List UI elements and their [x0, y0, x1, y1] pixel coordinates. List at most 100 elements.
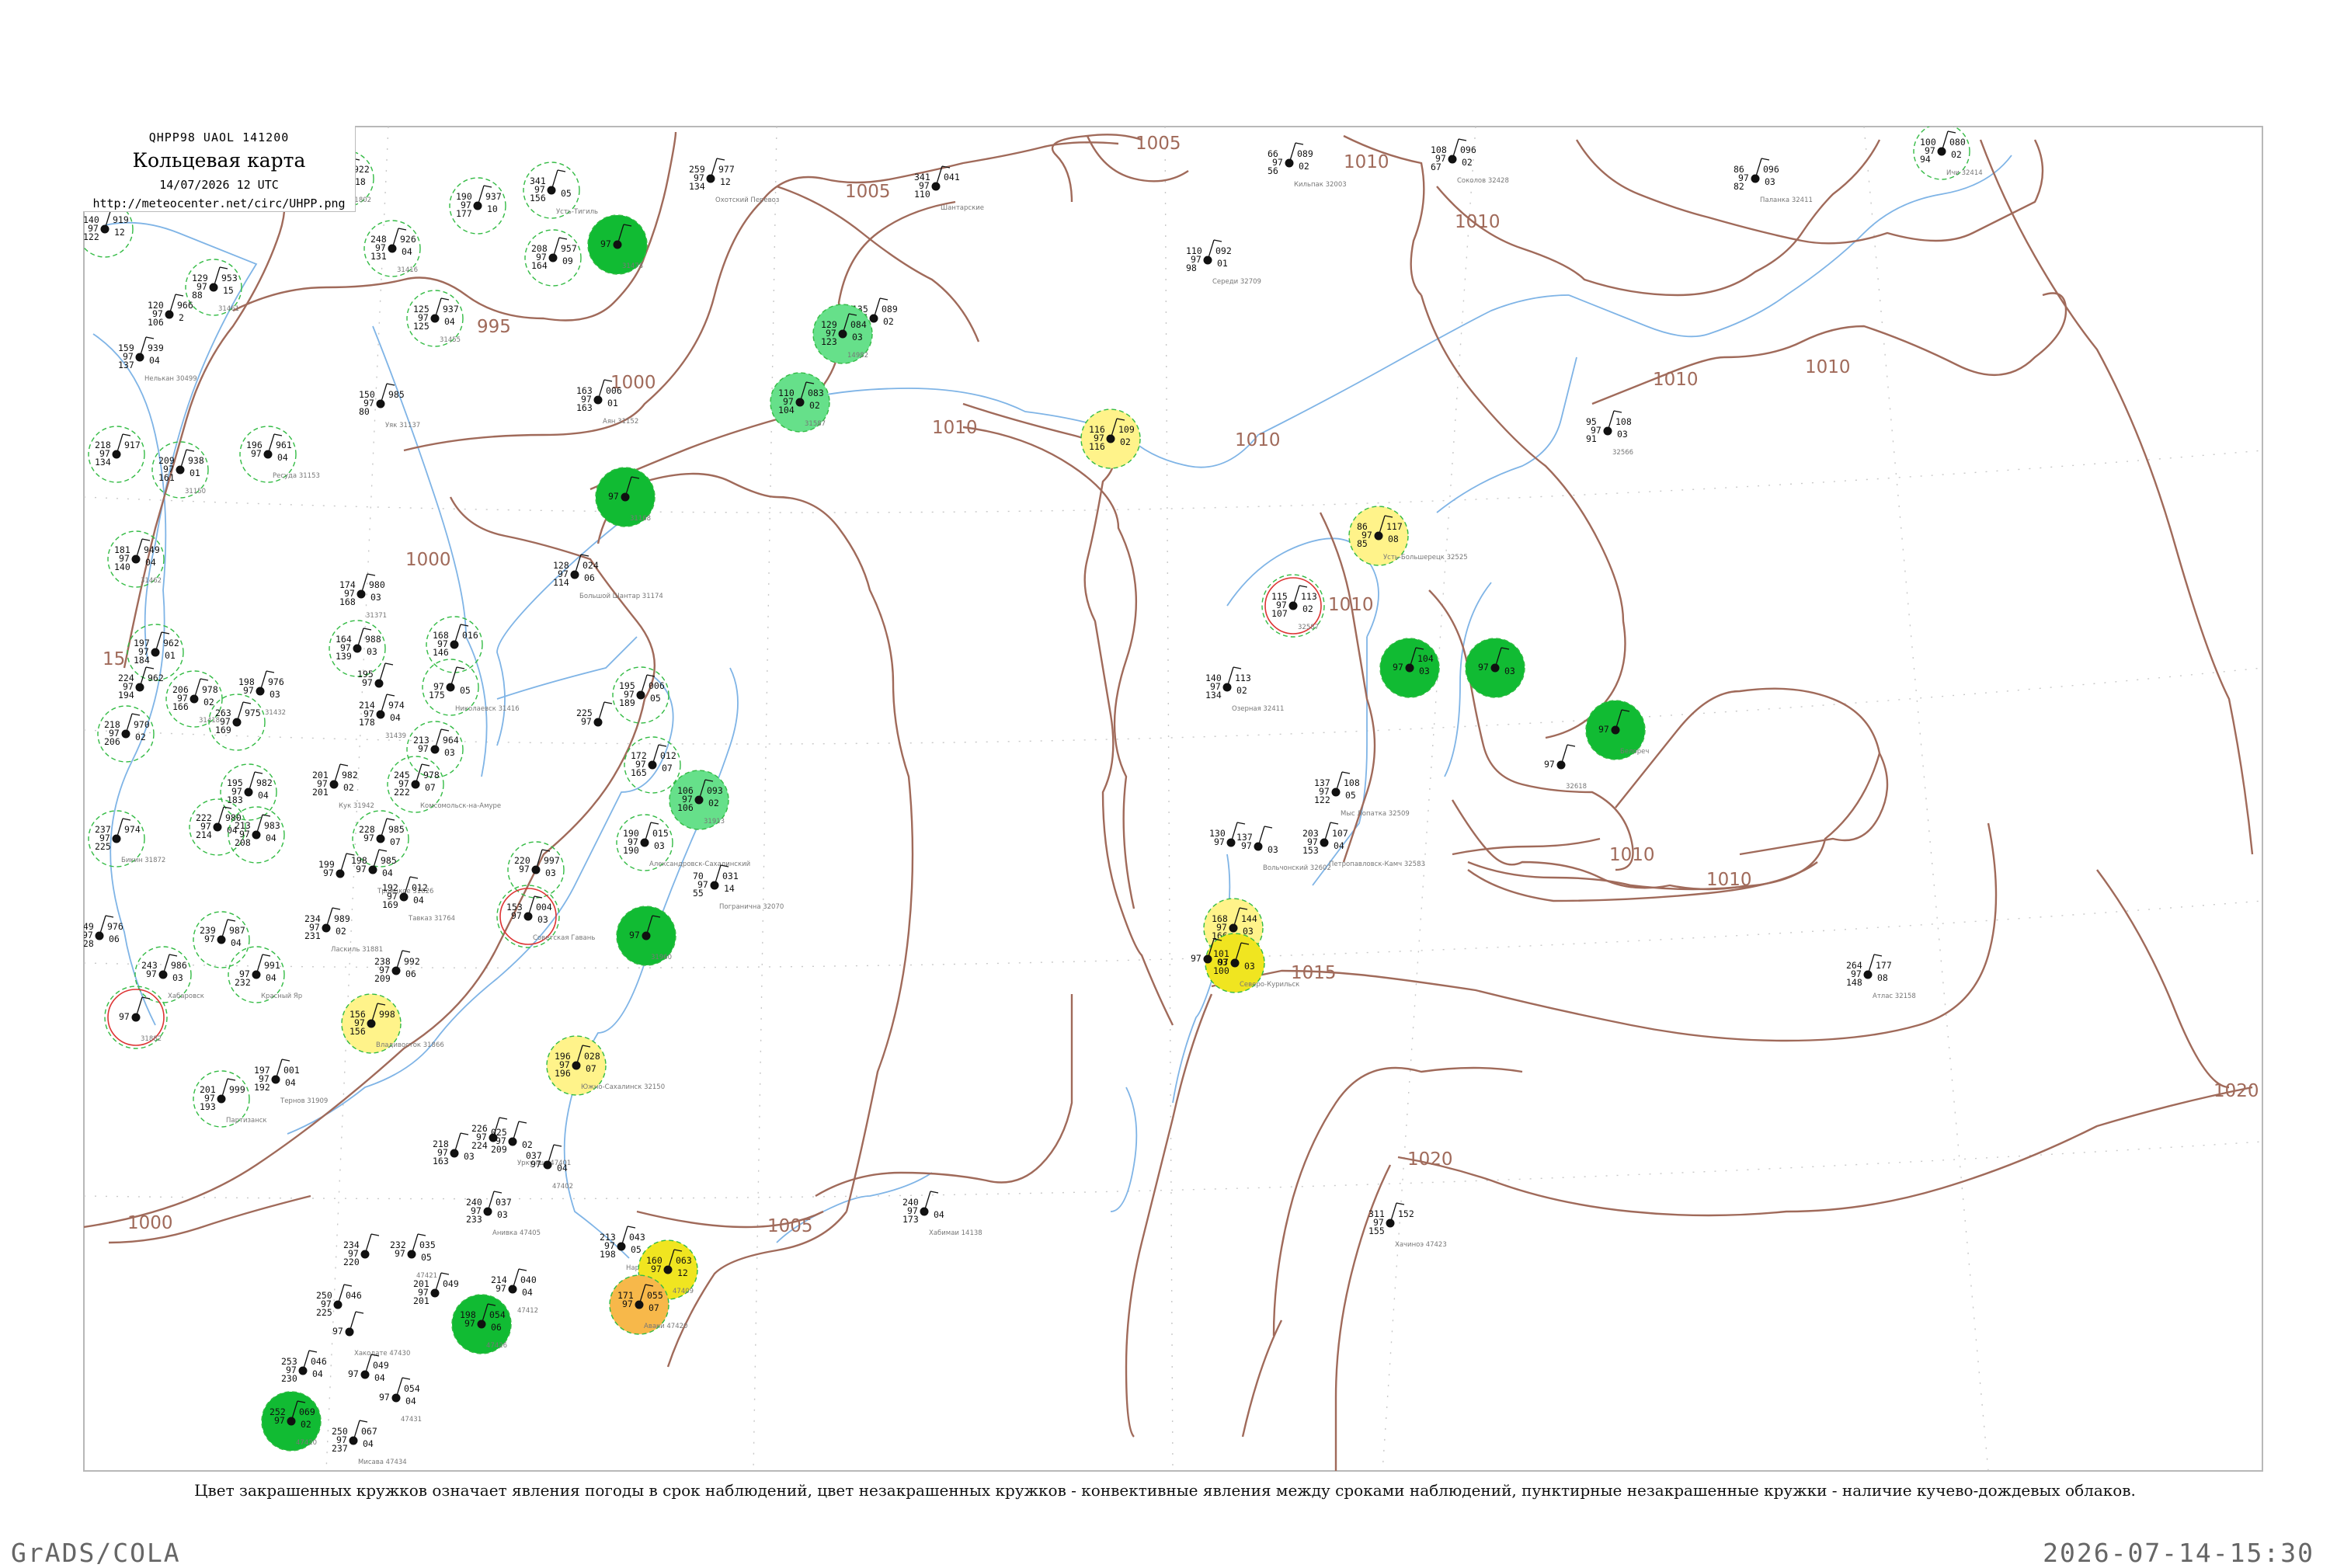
wind-barb-icon — [162, 954, 170, 975]
station-tendency: 03 — [545, 867, 556, 878]
station-visibility: 97 — [530, 1159, 541, 1170]
weather-station: 190 937177 1097 — [449, 177, 506, 235]
weather-station: 22597 — [576, 701, 613, 727]
isobar-label: 15 — [103, 649, 125, 669]
wind-barb-icon — [378, 662, 386, 684]
weather-station: 196 028196 0797Южно-Сахалинск 32150 — [546, 1035, 665, 1096]
weather-station: 201 99919397Партизанск — [193, 1070, 267, 1128]
wind-barb-feather — [603, 701, 613, 704]
station-tendency: 04 — [285, 1077, 296, 1088]
isobar-label: 1010 — [1344, 152, 1389, 172]
station-visibility: 97 — [635, 759, 646, 770]
station-pressure: 004 — [536, 902, 552, 913]
wind-barb-feather — [1341, 771, 1351, 774]
station-visibility: 97 — [581, 394, 592, 405]
station-tendency: 02 — [1951, 149, 1962, 160]
isobars — [84, 131, 2254, 1471]
isobar-label: 1005 — [767, 1216, 813, 1236]
station-name: Усть-Тигиль — [556, 208, 598, 216]
wind-barb-feather — [1330, 822, 1339, 825]
weather-station: 218 970206 0297 — [97, 705, 155, 763]
station-tendency: 05 — [1345, 790, 1356, 801]
weather-station: 100 08094 0297Ичи 32414 — [1913, 127, 1983, 180]
station-pressure: 096 — [1763, 164, 1779, 175]
station-pressure: 966 — [177, 300, 193, 311]
weather-station: 224 96219497 — [118, 666, 164, 701]
station-tendency: 02 — [343, 782, 354, 793]
station-pressure: 998 — [379, 1009, 395, 1020]
station-name: Хабимаи 14138 — [929, 1229, 982, 1237]
wind-barb-icon — [333, 763, 341, 785]
station-visibility: 97 — [1544, 759, 1555, 770]
station-tendency: 03 — [172, 972, 183, 983]
wind-barb-feather — [1213, 239, 1222, 242]
isobar-label: 1005 — [845, 182, 891, 202]
station-tendency: 04 — [266, 833, 276, 843]
weather-station: 150 9858097Уяк 31137 — [359, 383, 420, 429]
weather-station: 110 09298 0197Середи 32709 — [1186, 239, 1261, 286]
isobar-label: 995 — [477, 317, 511, 337]
station-tendency: 03 — [497, 1209, 508, 1220]
station-visibility: 97 — [1851, 968, 1862, 979]
wind-barb-icon — [411, 1233, 419, 1255]
station-pressure: 939 — [148, 342, 164, 353]
station-visibility: 97 — [1241, 840, 1252, 851]
weather-station: 97 31960 — [616, 906, 676, 966]
station-name: 31168 — [630, 515, 651, 523]
station-pressure: 974 — [124, 824, 141, 835]
station-pressure: 001 — [283, 1065, 300, 1076]
station-visibility: 97 — [1591, 425, 1601, 436]
wind-barb-icon — [1335, 771, 1343, 793]
weather-station: 209 938161 019731150 — [151, 441, 209, 499]
wind-barb-feather — [219, 266, 228, 269]
station-pressure: 108 — [1344, 777, 1360, 788]
station-visibility: 97 — [332, 1326, 343, 1337]
station-visibility: 97 — [694, 172, 704, 183]
station-visibility: 97 — [146, 968, 157, 979]
wind-barb-icon — [380, 383, 388, 405]
station-name: Партизанск — [226, 1117, 267, 1125]
station-visibility: 97 — [536, 252, 547, 262]
station-pressure: 015 — [652, 828, 669, 839]
wind-barb-icon — [923, 1191, 931, 1212]
station-pressure: 982 — [342, 770, 358, 781]
station-name: Соколов 32428 — [1457, 177, 1509, 185]
wind-barb-icon — [302, 1350, 310, 1372]
wind-barb-feather — [456, 666, 465, 669]
wind-barb-icon — [356, 628, 364, 649]
wind-barb-feather — [145, 666, 155, 669]
station-tendency: 10 — [487, 203, 498, 214]
station-visibility: 97 — [340, 642, 351, 653]
grid-lines — [84, 127, 2262, 1471]
station-pressure: 997 — [544, 855, 560, 866]
station-visibility: 97 — [363, 708, 374, 719]
station-tendency: 08 — [1877, 972, 1888, 983]
wind-barb-icon — [652, 744, 659, 766]
station-visibility: 97 — [907, 1205, 918, 1216]
wind-barb-feather — [1947, 130, 1956, 134]
station-visibility: 97 — [1214, 836, 1225, 847]
wind-barb-feather — [557, 169, 566, 172]
station-visibility: 97 — [362, 677, 373, 688]
weather-station: 172 012165 0797 — [624, 736, 681, 794]
wind-barb-feather — [1233, 666, 1242, 669]
weather-station: 70 03155 1497Погранична 32070 — [693, 864, 784, 911]
station-pressure: 031 — [722, 871, 739, 881]
weather-station: 259 977134 1297Охотский Перевоз — [689, 158, 780, 204]
station-tendency: 02 — [301, 1419, 311, 1430]
wind-barb-feather — [1295, 142, 1304, 145]
wind-barb-icon — [217, 806, 224, 828]
station-name: 31371 — [366, 612, 387, 620]
station-visibility: 97 — [259, 1073, 270, 1084]
station-visibility: 97 — [1393, 662, 1403, 673]
station-pressure: 093 — [707, 785, 723, 796]
station-name: Середи 32709 — [1212, 278, 1261, 286]
station-pressure: 006 — [649, 680, 665, 691]
station-visibility: 97 — [651, 1264, 662, 1274]
station-name: 47420 — [296, 1439, 317, 1447]
wind-barb-icon — [213, 266, 221, 288]
weather-station: 04904 97 — [348, 1354, 389, 1383]
wind-barb-icon — [193, 678, 201, 700]
wind-barb-feather — [421, 763, 430, 767]
wind-barb-icon — [1292, 585, 1300, 607]
